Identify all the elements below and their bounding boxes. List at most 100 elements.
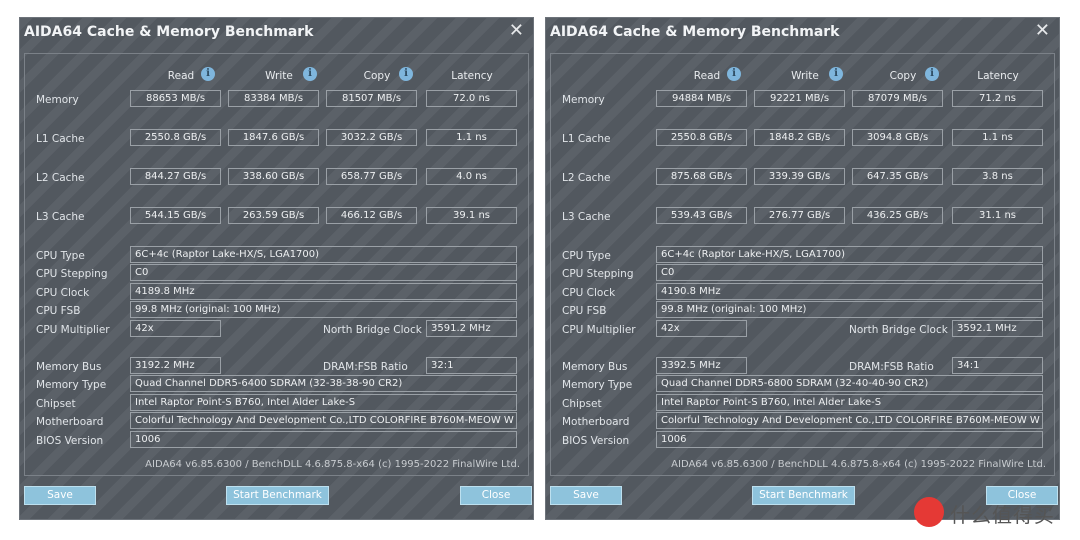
motherboard-value: Colorful Technology And Development Co.,… [130, 412, 517, 429]
cpu-fsb-label: CPU FSB [36, 305, 81, 317]
memory-type-value: Quad Channel DDR5-6800 SDRAM (32-40-40-9… [656, 375, 1043, 392]
results-panel: Read i Write i Copy i Latency Memory 886… [24, 53, 529, 476]
nb-clock-value: 3591.2 MHz [426, 320, 517, 337]
cpu-stepping-label: CPU Stepping [562, 268, 634, 280]
memory-latency: 72.0 ns [426, 90, 517, 107]
info-icon[interactable]: i [727, 67, 741, 81]
memory-latency: 71.2 ns [952, 90, 1043, 107]
cpu-stepping-label: CPU Stepping [36, 268, 108, 280]
header-write: Write [265, 70, 293, 82]
cpu-multiplier-label: CPU Multiplier [562, 324, 636, 336]
cpu-stepping-value: C0 [656, 264, 1043, 281]
l3-copy: 436.25 GB/s [852, 207, 943, 224]
motherboard-label: Motherboard [562, 416, 630, 428]
info-icon[interactable]: i [399, 67, 413, 81]
l3-write: 263.59 GB/s [228, 207, 319, 224]
memory-copy: 81507 MB/s [326, 90, 417, 107]
cpu-type-value: 6C+4c (Raptor Lake-HX/S, LGA1700) [130, 246, 517, 263]
start-benchmark-button[interactable]: Start Benchmark [752, 486, 855, 505]
motherboard-value: Colorful Technology And Development Co.,… [656, 412, 1043, 429]
memory-copy: 87079 MB/s [852, 90, 943, 107]
l2-latency: 3.8 ns [952, 168, 1043, 185]
l1-read: 2550.8 GB/s [656, 129, 747, 146]
info-icon[interactable]: i [925, 67, 939, 81]
l2-read: 844.27 GB/s [130, 168, 221, 185]
l1-write: 1847.6 GB/s [228, 129, 319, 146]
l3-latency: 39.1 ns [426, 207, 517, 224]
save-button[interactable]: Save [550, 486, 622, 505]
header-write: Write [791, 70, 819, 82]
row-label-l3: L3 Cache [36, 211, 85, 223]
row-label-l2: L2 Cache [36, 172, 85, 184]
row-label-l3: L3 Cache [562, 211, 611, 223]
cpu-stepping-value: C0 [130, 264, 517, 281]
l2-read: 875.68 GB/s [656, 168, 747, 185]
bios-label: BIOS Version [562, 435, 630, 447]
memory-type-label: Memory Type [36, 379, 107, 391]
footer-text: AIDA64 v6.85.6300 / BenchDLL 4.6.875.8-x… [671, 459, 1046, 470]
cpu-clock-label: CPU Clock [562, 287, 616, 299]
cpu-type-value: 6C+4c (Raptor Lake-HX/S, LGA1700) [656, 246, 1043, 263]
close-icon[interactable]: ✕ [1035, 20, 1050, 41]
bios-value: 1006 [130, 431, 517, 448]
cpu-multiplier-value: 42x [656, 320, 747, 337]
start-benchmark-button[interactable]: Start Benchmark [226, 486, 329, 505]
l1-write: 1848.2 GB/s [754, 129, 845, 146]
memory-type-value: Quad Channel DDR5-6400 SDRAM (32-38-38-9… [130, 375, 517, 392]
l2-write: 339.39 GB/s [754, 168, 845, 185]
window-title: AIDA64 Cache & Memory Benchmark [550, 24, 840, 40]
l1-latency: 1.1 ns [426, 129, 517, 146]
row-label-l2: L2 Cache [562, 172, 611, 184]
l3-copy: 466.12 GB/s [326, 207, 417, 224]
footer-text: AIDA64 v6.85.6300 / BenchDLL 4.6.875.8-x… [145, 459, 520, 470]
row-label-l1: L1 Cache [36, 133, 85, 145]
l3-read: 544.15 GB/s [130, 207, 221, 224]
chipset-label: Chipset [562, 398, 602, 410]
info-icon[interactable]: i [829, 67, 843, 81]
results-panel: Read i Write i Copy i Latency Memory 948… [550, 53, 1055, 476]
nb-clock-label: North Bridge Clock [849, 324, 948, 336]
bios-label: BIOS Version [36, 435, 104, 447]
row-label-l1: L1 Cache [562, 133, 611, 145]
row-label-memory: Memory [562, 94, 605, 106]
l1-copy: 3094.8 GB/s [852, 129, 943, 146]
close-button[interactable]: Close [460, 486, 532, 505]
cpu-clock-label: CPU Clock [36, 287, 90, 299]
chipset-label: Chipset [36, 398, 76, 410]
memory-type-label: Memory Type [562, 379, 633, 391]
bios-value: 1006 [656, 431, 1043, 448]
cpu-clock-value: 4190.8 MHz [656, 283, 1043, 300]
header-copy: Copy [363, 70, 391, 82]
nb-clock-value: 3592.1 MHz [952, 320, 1043, 337]
l2-write: 338.60 GB/s [228, 168, 319, 185]
l3-read: 539.43 GB/s [656, 207, 747, 224]
motherboard-label: Motherboard [36, 416, 104, 428]
l2-copy: 647.35 GB/s [852, 168, 943, 185]
dram-ratio-label: DRAM:FSB Ratio [323, 361, 408, 373]
cpu-fsb-label: CPU FSB [562, 305, 607, 317]
dram-ratio-label: DRAM:FSB Ratio [849, 361, 934, 373]
dram-ratio-value: 34:1 [952, 357, 1043, 374]
memory-bus-label: Memory Bus [36, 361, 102, 373]
cpu-type-label: CPU Type [562, 250, 611, 262]
l1-copy: 3032.2 GB/s [326, 129, 417, 146]
cpu-multiplier-label: CPU Multiplier [36, 324, 110, 336]
save-button[interactable]: Save [24, 486, 96, 505]
cpu-clock-value: 4189.8 MHz [130, 283, 517, 300]
chipset-value: Intel Raptor Point-S B760, Intel Alder L… [656, 394, 1043, 411]
dram-ratio-value: 32:1 [426, 357, 517, 374]
benchmark-window-2: AIDA64 Cache & Memory Benchmark ✕ Read i… [545, 17, 1060, 520]
watermark-logo-icon [914, 497, 944, 527]
cpu-multiplier-value: 42x [130, 320, 221, 337]
benchmark-window-1: AIDA64 Cache & Memory Benchmark ✕ Read i… [19, 17, 534, 520]
cpu-fsb-value: 99.8 MHz (original: 100 MHz) [656, 301, 1043, 318]
memory-bus-value: 3392.5 MHz [656, 357, 747, 374]
close-icon[interactable]: ✕ [509, 20, 524, 41]
memory-write: 83384 MB/s [228, 90, 319, 107]
info-icon[interactable]: i [201, 67, 215, 81]
l3-write: 276.77 GB/s [754, 207, 845, 224]
l2-copy: 658.77 GB/s [326, 168, 417, 185]
watermark-text: 什么值得买 [950, 503, 1055, 527]
info-icon[interactable]: i [303, 67, 317, 81]
nb-clock-label: North Bridge Clock [323, 324, 422, 336]
